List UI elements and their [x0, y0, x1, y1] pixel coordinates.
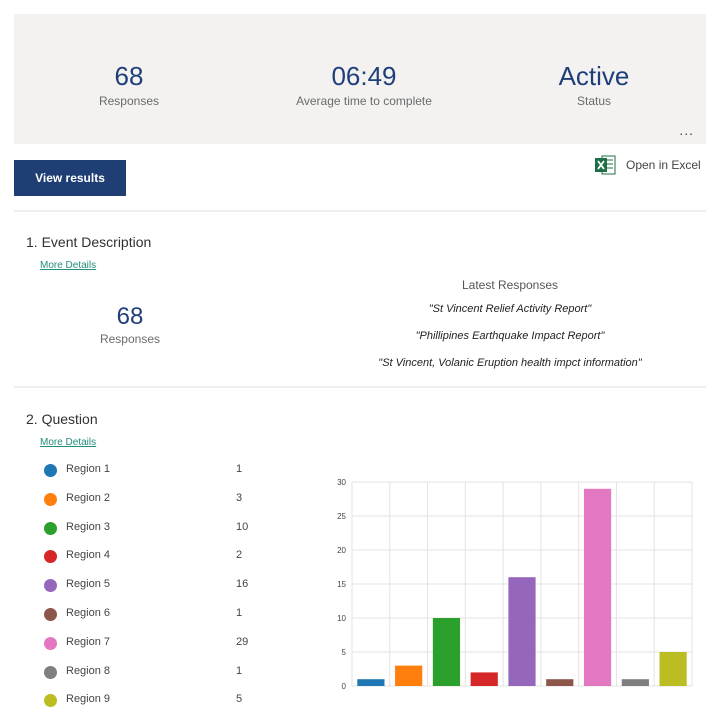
- latest-response-item: "Phillipines Earthquake Impact Report": [415, 330, 605, 342]
- question-1-responses-label: Responses: [99, 332, 161, 346]
- legend-value: 1: [236, 607, 243, 619]
- summary-panel: 68 Responses 06:49 Average time to compl…: [14, 14, 706, 144]
- avg-time-value: 06:49: [331, 61, 397, 91]
- legend-label: Region 2: [66, 491, 111, 504]
- legend-swatch: [44, 636, 57, 650]
- legend-value: 5: [236, 693, 243, 706]
- y-tick-label: 10: [337, 614, 346, 623]
- legend-label: Region 6: [66, 607, 111, 619]
- bar[interactable]: [659, 652, 687, 686]
- divider: [14, 386, 706, 388]
- legend-item: Region 9 5: [44, 690, 264, 710]
- legend-item: Region 6 1: [44, 604, 264, 624]
- divider: [14, 210, 706, 212]
- y-tick-label: 5: [342, 648, 347, 657]
- legend-label: Region 3: [66, 520, 111, 533]
- bar[interactable]: [357, 679, 385, 686]
- legend-item: Region 7 29: [44, 633, 264, 653]
- legend-item: Region 3 10: [44, 518, 264, 538]
- legend-swatch: [44, 579, 57, 593]
- view-results-button[interactable]: View results: [14, 160, 126, 196]
- legend-item: Region 2 3: [44, 489, 264, 509]
- responses-stat: 68 Responses: [74, 60, 184, 108]
- responses-label: Responses: [98, 94, 160, 108]
- bar[interactable]: [546, 679, 574, 686]
- bar[interactable]: [395, 665, 423, 686]
- legend-swatch: [44, 464, 57, 477]
- legend-swatch: [44, 665, 57, 679]
- avg-time-stat: 06:49 Average time to complete: [269, 60, 459, 108]
- question-2-title: 2. Question: [26, 411, 98, 427]
- more-options-icon[interactable]: ...: [679, 122, 694, 138]
- avg-time-label: Average time to complete: [296, 94, 432, 108]
- open-in-excel-label: Open in Excel: [626, 158, 701, 172]
- y-tick-label: 25: [337, 512, 346, 521]
- question-1-title: 1. Event Description: [26, 234, 152, 250]
- latest-response-item: "St Vincent Relief Activity Report": [428, 303, 592, 315]
- bar[interactable]: [621, 679, 649, 686]
- responses-count: 68: [114, 61, 144, 91]
- legend-swatch: [44, 521, 57, 535]
- legend-swatch: [44, 608, 57, 621]
- y-tick-label: 15: [337, 580, 346, 589]
- bar[interactable]: [470, 672, 498, 686]
- question-1-responses-count: 68: [116, 303, 144, 330]
- legend-label: Region 1: [66, 463, 111, 475]
- question-2-more-details-link[interactable]: More Details: [40, 437, 96, 448]
- status-stat: Active Status: [534, 60, 654, 108]
- legend-item: Region 4 2: [44, 546, 264, 566]
- legend-item: Region 1 1: [44, 460, 264, 480]
- legend-swatch: [44, 492, 57, 506]
- legend-value: 3: [236, 491, 243, 504]
- legend-swatch: [44, 550, 57, 564]
- legend-value: 2: [236, 549, 243, 562]
- bar-chart: 0 5 10 15 20 25 30: [337, 478, 693, 691]
- excel-icon: [594, 154, 616, 176]
- y-tick-label: 30: [337, 478, 346, 487]
- legend-item: Region 5 16: [44, 575, 264, 595]
- legend-item: Region 8 1: [44, 662, 264, 682]
- latest-response-item: "St Vincent, Volanic Eruption health imp…: [378, 357, 642, 369]
- legend-value: 1: [236, 664, 243, 677]
- question-1-responses: 68 Responses: [90, 302, 170, 346]
- legend-value: 16: [236, 578, 249, 591]
- status-value: Active: [558, 61, 630, 91]
- status-label: Status: [576, 94, 612, 108]
- legend-label: Region 9: [66, 693, 111, 706]
- question-1-more-details-link[interactable]: More Details: [40, 260, 96, 271]
- legend-label: Region 8: [66, 664, 111, 677]
- y-tick-label: 20: [337, 546, 346, 555]
- legend-label: Region 4: [66, 549, 111, 562]
- latest-responses: Latest Responses "St Vincent Relief Acti…: [330, 278, 690, 381]
- legend-swatch: [44, 694, 57, 708]
- bar[interactable]: [432, 618, 461, 686]
- legend-value: 29: [236, 635, 249, 648]
- legend-value: 10: [236, 520, 249, 533]
- latest-responses-title: Latest Responses: [461, 278, 559, 292]
- legend-label: Region 5: [66, 578, 111, 591]
- y-tick-label: 0: [342, 682, 347, 691]
- bar[interactable]: [583, 488, 612, 686]
- open-in-excel-button[interactable]: Open in Excel: [594, 154, 701, 176]
- bar[interactable]: [508, 577, 536, 686]
- legend-label: Region 7: [66, 635, 111, 648]
- legend-value: 1: [236, 463, 243, 475]
